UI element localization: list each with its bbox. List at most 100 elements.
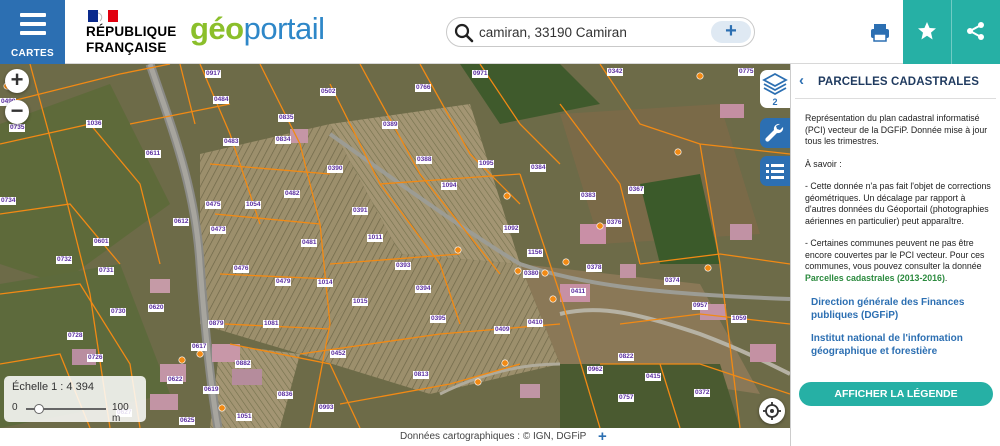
dgfip-link[interactable]: Direction générale des Finances publique…: [811, 296, 991, 322]
print-button[interactable]: [858, 17, 902, 47]
parcel-number-label: 0775: [738, 68, 755, 76]
parcel-number-label: 0409: [494, 326, 511, 334]
ign-link[interactable]: Institut national de l'information géogr…: [811, 332, 991, 358]
parcel-number-label: 0394: [415, 285, 432, 293]
parcel-number-label: 0393: [395, 262, 412, 270]
description-paragraph-4: - Certaines communes peuvent ne pas être…: [805, 238, 995, 284]
layer-info-panel: ‹ PARCELLES CADASTRALES Représentation d…: [790, 64, 1000, 446]
parcel-number-label: 0380: [523, 270, 540, 278]
scale-max: 100 m: [112, 402, 129, 424]
parcel-number-label: 0766: [415, 84, 432, 92]
description-paragraph-1: Représentation du plan cadastral informa…: [805, 113, 988, 146]
parcel-number-label: 0836: [277, 391, 294, 399]
geolocate-button[interactable]: [759, 398, 785, 424]
layers-icon: [762, 72, 788, 96]
scale-bar: 0 100 m: [12, 402, 138, 424]
parcel-number-label: 0502: [320, 88, 337, 96]
parcel-number-label: 1011: [367, 234, 384, 242]
parcel-number-label: 0957: [692, 302, 709, 310]
republique-line-2: FRANÇAISE: [86, 40, 167, 55]
parcel-number-label: 1081: [263, 320, 280, 328]
map-view[interactable]: 0917 0971 0342 0499 0484 0502 0766 0775 0735 1036…: [0, 64, 790, 428]
parcel-number-label: 0395: [430, 315, 447, 323]
parcel-number-label: 0726: [87, 354, 104, 362]
parcel-number-label: 0376: [606, 219, 623, 227]
layers-count: 2: [772, 97, 778, 107]
parcel-number-label: 0390: [327, 165, 344, 173]
description-4-post: .: [944, 272, 948, 283]
description-paragraph-2: À savoir :: [805, 158, 842, 169]
panel-title: PARCELLES CADASTRALES: [818, 76, 979, 88]
search-bar: +: [446, 17, 755, 47]
parcel-number-label: 0971: [472, 70, 489, 78]
parcel-number-label: 1054: [245, 201, 262, 209]
catalog-button[interactable]: [760, 156, 790, 186]
parcel-number-label: 0757: [618, 394, 635, 402]
flag-icon: [86, 9, 120, 23]
scale-min: 0: [12, 402, 18, 413]
parcel-number-label: 0917: [205, 70, 222, 78]
aerial-map-image: [0, 64, 790, 428]
parcel-number-label: 0617: [191, 343, 208, 351]
parcel-number-label: 0383: [580, 192, 597, 200]
star-icon: [918, 22, 936, 40]
parcel-number-label: 0483: [223, 138, 240, 146]
search-icon[interactable]: [454, 23, 474, 43]
parcel-number-label: 1095: [478, 160, 495, 168]
parcel-number-label: 0734: [0, 197, 17, 205]
parcel-number-label: 1014: [317, 279, 334, 287]
scale-label: Échelle 1 : 4 394: [12, 381, 94, 393]
advanced-search-plus-button[interactable]: +: [711, 21, 751, 43]
hamburger-icon: [20, 13, 46, 40]
parcel-number-label: 1036: [86, 120, 103, 128]
parcel-number-label: 0481: [301, 239, 318, 247]
parcel-number-label: 0813: [413, 371, 430, 379]
parcel-number-label: 0378: [586, 264, 603, 272]
zoom-in-label: +: [10, 67, 24, 92]
parcel-number-label: 0479: [275, 278, 292, 286]
geoportail-logo[interactable]: géoportail: [190, 11, 325, 47]
parcel-number-label: 0374: [664, 277, 681, 285]
parcel-number-label: 0372: [694, 389, 711, 397]
parcel-number-label: 1094: [441, 182, 458, 190]
parcel-number-label: 1156: [527, 249, 544, 257]
search-input[interactable]: [479, 22, 699, 42]
republique-francaise-logo: RÉPUBLIQUE FRANÇAISE: [86, 9, 177, 55]
parcel-number-label: 0601: [93, 238, 110, 246]
parcel-number-label: 0475: [205, 201, 222, 209]
parcel-number-label: 0415: [645, 373, 662, 381]
parcel-number-label: 0732: [56, 256, 73, 264]
zoom-in-button[interactable]: +: [5, 69, 29, 93]
parcel-number-label: 0735: [9, 124, 26, 132]
parcel-number-label: 0622: [167, 376, 184, 384]
show-legend-button[interactable]: AFFICHER LA LÉGENDE: [799, 382, 993, 406]
panel-description: Représentation du plan cadastral informa…: [805, 113, 995, 295]
parcel-number-label: 1015: [352, 298, 369, 306]
parcelles-2013-2016-link[interactable]: Parcelles cadastrales (2013-2016): [805, 273, 945, 283]
parcel-number-label: 0342: [607, 68, 624, 76]
parcel-number-label: 0611: [145, 150, 162, 158]
parcel-number-label: 0835: [278, 114, 295, 122]
parcel-number-label: 0476: [233, 265, 250, 273]
parcel-number-label: 0612: [173, 218, 190, 226]
chevron-left-icon[interactable]: ‹: [799, 72, 804, 89]
tools-button[interactable]: [760, 118, 790, 148]
zoom-out-button[interactable]: −: [5, 100, 29, 124]
parcel-number-label: 1051: [236, 413, 253, 421]
cartes-menu-button[interactable]: CARTES: [0, 0, 65, 64]
share-icon: [967, 22, 984, 40]
layers-button[interactable]: 2: [760, 70, 790, 108]
parcel-number-label: 1092: [503, 225, 520, 233]
list-icon: [766, 164, 784, 179]
parcel-number-label: 0367: [628, 186, 645, 194]
parcel-number-label: 0388: [416, 156, 433, 164]
parcel-number-label: 0410: [527, 319, 544, 327]
favorites-button[interactable]: [903, 0, 951, 64]
logo-portail: portail: [243, 11, 325, 46]
zoom-out-label: −: [10, 98, 24, 123]
map-credits-bar: Données cartographiques : © IGN, DGFiP +: [0, 428, 790, 446]
parcel-number-label: 0389: [382, 121, 399, 129]
crosshair-icon: [763, 402, 781, 420]
credits-plus-button[interactable]: +: [598, 428, 607, 445]
share-button[interactable]: [951, 0, 1000, 64]
